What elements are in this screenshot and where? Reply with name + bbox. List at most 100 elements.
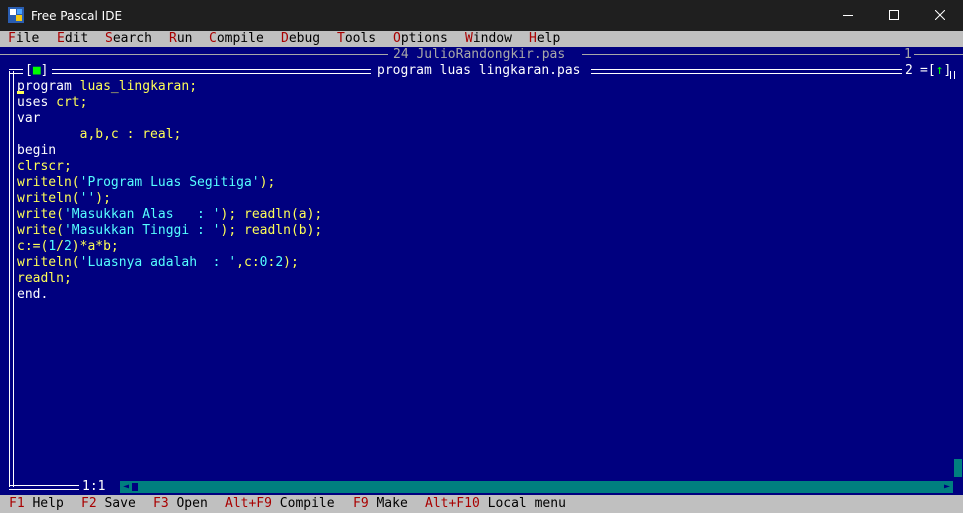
status-compile[interactable]: Alt+F9 Compile [225,496,335,512]
menu-file[interactable]: File [8,31,39,47]
status-bar: F1 Help F2 Save F3 Open Alt+F9 Compile F… [0,495,963,513]
menu-window[interactable]: Window [465,31,512,47]
code-token: program [17,79,80,94]
background-window-number: 1 [904,47,912,62]
code-token: )*a*b; [71,239,119,254]
code-token: ); [95,191,111,206]
text-cursor [17,91,24,94]
frame-line [52,69,371,74]
horizontal-scroll-thumb[interactable] [132,483,138,491]
code-token: writeln( [17,255,80,270]
code-token: 'Masukkan Alas : ' [63,207,221,222]
menu-run[interactable]: Run [169,31,192,47]
menu-compile[interactable]: Compile [209,31,264,47]
code-token: end. [17,287,49,302]
code-line[interactable]: a,b,c : real; [17,127,182,143]
code-token: 'Program Luas Segitiga' [79,175,260,190]
code-line[interactable]: writeln('Luasnya adalah : ',c:0:2); [17,255,299,271]
code-line[interactable]: write('Masukkan Tinggi : '); readln(b); [17,223,322,239]
code-token: ); [259,175,276,190]
vertical-scrollbar[interactable] [953,79,963,479]
frame-line [582,54,900,55]
code-token: write( [17,207,64,222]
menu-help[interactable]: Help [529,31,560,47]
menu-debug[interactable]: Debug [281,31,320,47]
code-token: luas_lingkaran; [79,79,198,94]
code-line[interactable]: begin [17,143,56,159]
background-window-title[interactable]: 24 JulioRandongkir.pas [393,47,565,63]
scroll-right-arrow-icon[interactable]: ► [941,481,953,493]
maximize-button[interactable] [871,0,917,31]
window-title: Free Pascal IDE [31,9,123,23]
zoom-arrow-icon: ↑ [935,63,944,78]
code-line[interactable]: clrscr; [17,159,72,175]
editor-close-button[interactable]: [■] [25,63,49,79]
code-token: ); [283,255,299,270]
code-line[interactable]: program luas_lingkaran; [17,79,197,95]
maximize-icon [889,10,899,20]
minimize-icon [843,15,853,16]
code-token: uses [17,95,57,110]
code-token: writeln( [17,175,80,190]
code-token: 'Masukkan Tinggi : ' [63,223,221,238]
status-help[interactable]: F1 Help [9,496,64,512]
code-editor[interactable]: program luas_lingkaran; uses crt; var a,b,… [17,79,947,479]
code-token: '' [79,191,96,206]
minimize-button[interactable] [825,0,871,31]
code-token: 1 [48,239,57,254]
code-token: readln; [17,271,72,286]
code-token: write( [17,223,64,238]
code-token: 2 [275,255,284,270]
close-icon [935,10,945,20]
fpc-app-icon [8,7,24,23]
menu-tools[interactable]: Tools [337,31,376,47]
code-token: ); readln(a); [220,207,323,222]
frame-line [0,54,388,55]
code-token: crt; [56,95,88,110]
editor-window-number: 2 [905,63,913,78]
code-line[interactable]: writeln('Program Luas Segitiga'); [17,175,275,191]
frame-line [9,485,79,490]
code-token: 'Luasnya adalah : ' [79,255,237,270]
code-token: ); readln(b); [220,223,323,238]
cursor-position-indicator: 1:1 [82,479,106,494]
code-line[interactable]: uses crt; [17,95,87,111]
menu-options[interactable]: Options [393,31,448,47]
editor-right-border [950,71,955,79]
code-token: 2 [63,239,72,254]
close-box-icon: ■ [32,63,41,78]
window-titlebar[interactable]: Free Pascal IDE [0,0,963,31]
code-token: begin [17,143,57,158]
code-token: a,b,c : real; [17,127,182,142]
code-line[interactable]: write('Masukkan Alas : '); readln(a); [17,207,322,223]
status-save[interactable]: F2 Save [81,496,136,512]
status-make[interactable]: F9 Make [353,496,408,512]
frame-line [591,69,902,74]
code-token: var [17,111,41,126]
code-line[interactable]: end. [17,287,48,303]
code-token: writeln( [17,191,80,206]
status-local-menu[interactable]: Alt+F10 Local menu [425,496,566,512]
editor-window-title[interactable]: program luas lingkaran.pas [377,63,581,79]
scroll-left-arrow-icon[interactable]: ◄ [120,481,132,493]
code-token: ,c: [236,255,260,270]
code-line[interactable]: var [17,111,40,127]
close-window-button[interactable] [917,0,963,31]
code-line[interactable]: readln; [17,271,72,287]
free-pascal-ide-window: Free Pascal IDE File Edit Search Run Com… [0,0,963,513]
editor-left-border [9,71,14,487]
menu-bar: File Edit Search Run Compile Debug Tools… [0,31,963,47]
background-window-frame[interactable]: 24 JulioRandongkir.pas 1 [0,47,963,63]
menu-search[interactable]: Search [105,31,152,47]
code-line[interactable]: writeln(''); [17,191,111,207]
menu-edit[interactable]: Edit [57,31,88,47]
frame-line [914,54,963,55]
code-token: c:=( [17,239,49,254]
code-token: clrscr; [17,159,72,174]
editor-zoom-button[interactable]: =[↑] [920,63,951,79]
horizontal-scrollbar[interactable]: ◄ ► [120,481,953,493]
code-line[interactable]: c:=(1/2)*a*b; [17,239,119,255]
editor-window-frame-top: program luas lingkaran.pas 2 [0,63,963,79]
status-open[interactable]: F3 Open [153,496,208,512]
vertical-scroll-thumb[interactable] [954,459,962,477]
